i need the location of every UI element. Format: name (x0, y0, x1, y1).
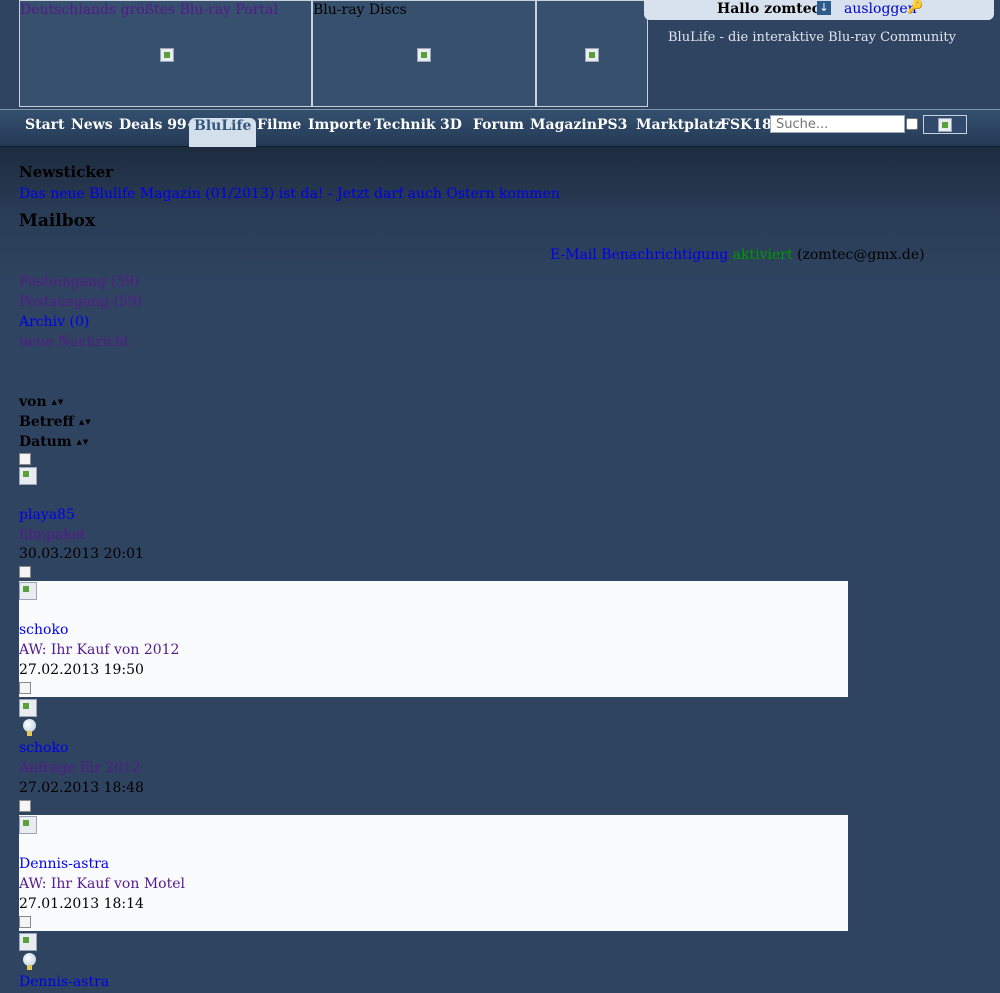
lightbulb-icon (23, 953, 36, 971)
nav-news[interactable]: News (71, 117, 113, 133)
logout-link[interactable]: ausloggen (844, 1, 917, 17)
banner-portal[interactable]: Deutschlands größtes Blu-ray Portal (19, 0, 312, 107)
portal-link[interactable]: Deutschlands größtes Blu-ray Portal (20, 2, 278, 18)
nav-start[interactable]: Start (25, 117, 65, 133)
mailbox-heading: Mailbox (19, 211, 96, 231)
sort-arrows-icon[interactable]: ▲▼ (77, 438, 90, 446)
folder-outbox[interactable]: Postausgang (59) (19, 294, 142, 310)
column-subject-label: Betreff (19, 414, 74, 430)
nav-technik[interactable]: Technik (374, 117, 436, 133)
nav-3d[interactable]: 3D (440, 117, 462, 133)
message-subject[interactable]: AW: Ihr Kauf von 2012 (19, 642, 179, 658)
column-subject[interactable]: Betreff ▲▼ (19, 414, 92, 430)
newsticker-heading: Newsticker (19, 163, 114, 181)
banner-small[interactable] (536, 0, 648, 107)
search-option-checkbox[interactable] (906, 118, 918, 130)
message-date: 27.01.2013 18:14 (19, 896, 144, 912)
message-date: 27.02.2013 19:50 (19, 662, 144, 678)
column-from[interactable]: von ▲▼ (19, 394, 64, 410)
nav-filme[interactable]: Filme (257, 117, 301, 133)
message-date: 27.02.2013 18:48 (19, 780, 144, 796)
message-row-highlight (19, 581, 848, 697)
sort-arrows-icon[interactable]: ▲▼ (52, 398, 65, 406)
newsticker-headline-link[interactable]: Das neue Blulife Magazin (01/2013) ist d… (19, 186, 560, 202)
email-notification-link[interactable]: E-Mail Benachrichtigung (550, 247, 728, 263)
column-from-label: von (19, 394, 47, 410)
message-status-image (19, 699, 37, 717)
message-from[interactable]: playa85 (19, 507, 75, 523)
nav-fsk18[interactable]: FSK18 (720, 117, 772, 133)
message-checkbox[interactable] (19, 453, 31, 465)
user-box: Hallo zomtec ↓ ausloggen 🔑 (644, 0, 994, 20)
sort-arrows-icon[interactable]: ▲▼ (79, 418, 92, 426)
search-button-image (938, 118, 952, 132)
message-row-highlight (19, 815, 848, 931)
column-date-label: Datum (19, 434, 72, 450)
message-date: 30.03.2013 20:01 (19, 546, 144, 562)
nav-marktplatz[interactable]: Marktplatz (636, 117, 723, 133)
nav-forum[interactable]: Forum (473, 117, 524, 133)
folder-archive[interactable]: Archiv (0) (19, 314, 89, 330)
message-from[interactable]: Dennis-astra (19, 974, 109, 990)
notification-email: (zomtec@gmx.de) (797, 247, 925, 263)
banner-bluray-discs[interactable]: Blu-ray Discs (312, 0, 536, 107)
message-checkbox[interactable] (19, 800, 31, 812)
lightbulb-icon (23, 719, 36, 737)
message-from[interactable]: Dennis-astra (19, 856, 109, 872)
message-subject[interactable]: Anfrage für 2012 (19, 760, 141, 776)
message-status-image (19, 933, 37, 951)
folder-inbox[interactable]: Posteingang (59) (19, 274, 139, 290)
message-checkbox[interactable] (19, 916, 31, 928)
greeting: Hallo zomtec (717, 1, 821, 17)
key-icon: 🔑 (907, 0, 924, 15)
message-checkbox[interactable] (19, 566, 31, 578)
download-icon[interactable]: ↓ (817, 1, 831, 15)
message-checkbox[interactable] (19, 682, 31, 694)
column-date[interactable]: Datum ▲▼ (19, 434, 89, 450)
message-from[interactable]: schoko (19, 740, 68, 756)
nav-magazin[interactable]: Magazin (530, 117, 597, 133)
portal-banner-image[interactable] (160, 48, 174, 62)
message-subject[interactable]: filmpaket (19, 527, 86, 543)
notification-status: aktiviert (732, 247, 793, 263)
search-input[interactable] (770, 115, 905, 133)
message-from[interactable]: schoko (19, 622, 68, 638)
message-status-image (19, 582, 37, 600)
new-message-link[interactable]: neue Nachricht (19, 334, 129, 350)
nav-blulife[interactable]: BluLife (189, 118, 257, 147)
search-button[interactable] (923, 115, 967, 134)
bluray-discs-title: Blu-ray Discs (313, 2, 407, 18)
email-notification: E-Mail Benachrichtigung aktiviert (zomte… (550, 247, 925, 263)
bluray-discs-image[interactable] (417, 48, 431, 62)
nav-ps3[interactable]: PS3 (597, 117, 627, 133)
banner-small-image[interactable] (585, 48, 599, 62)
message-subject[interactable]: AW: Ihr Kauf von Motel (19, 876, 185, 892)
tagline: BluLife - die interaktive Blu-ray Commun… (668, 30, 956, 45)
nav-deals[interactable]: Deals 99+ (119, 117, 198, 133)
message-status-image (19, 816, 37, 834)
nav-importe[interactable]: Importe (308, 117, 371, 133)
message-status-image (19, 467, 37, 485)
